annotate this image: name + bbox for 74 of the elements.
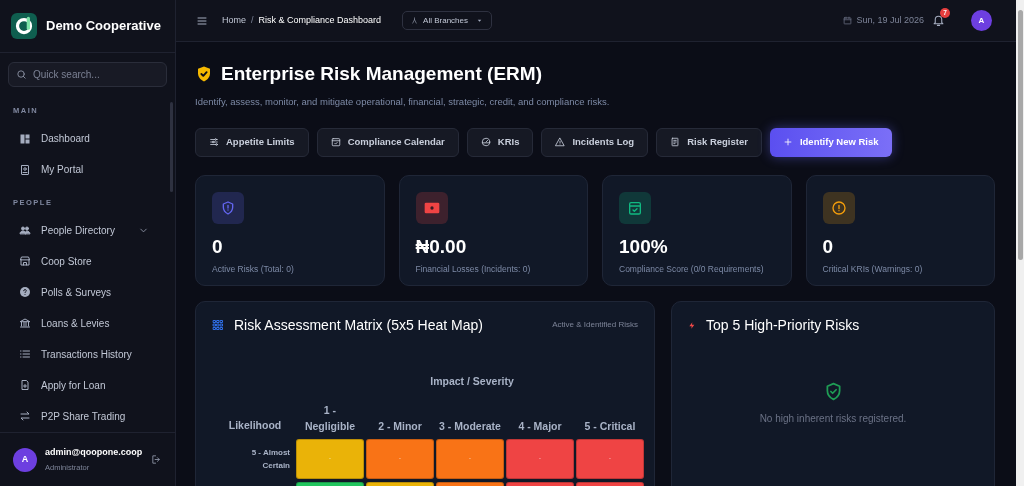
page-title: Enterprise Risk Management (ERM) <box>221 62 542 86</box>
grid-icon <box>212 319 224 332</box>
toolbar-button[interactable]: Compliance Calendar <box>316 127 459 157</box>
stat-value: ₦0.00 <box>415 234 468 259</box>
file-plus-icon <box>19 379 31 391</box>
stat-value: 100% <box>619 234 669 259</box>
people-icon <box>19 224 31 236</box>
search-field[interactable]: Quick search... <box>8 62 167 87</box>
id-card-icon <box>19 163 31 176</box>
sliders-icon <box>209 137 219 148</box>
panel-title: Top 5 High-Priority Risks <box>706 315 860 335</box>
nav-item[interactable]: My Portal <box>13 154 165 186</box>
toolbar-button[interactable]: KRIs <box>466 127 534 157</box>
gauge-icon <box>480 137 491 148</box>
nav-item[interactable]: Apply for Loan <box>13 369 165 401</box>
logout-icon[interactable] <box>151 454 162 465</box>
dashboard-icon <box>19 132 31 145</box>
brand-name: Demo Cooperative <box>46 17 161 36</box>
warning-icon <box>555 137 566 148</box>
scrollbar-thumb[interactable] <box>1017 10 1023 260</box>
column-header: 2 - Minor <box>378 418 422 434</box>
stat-label: Financial Losses (Incidents: 0) <box>415 263 532 276</box>
branch-dropdown[interactable]: All Branches <box>402 11 492 30</box>
stat-value: 0 <box>822 234 835 259</box>
nav-item[interactable]: Dashboard <box>13 123 165 155</box>
empty-message: No high inherent risks registered. <box>759 411 907 426</box>
user-email: admin@qoopone.coop <box>45 445 143 459</box>
calendar-check-icon <box>330 137 341 148</box>
axis-title: Impact / Severity <box>429 373 515 389</box>
nav-item[interactable]: Polls & Surveys <box>13 276 165 308</box>
bell-icon[interactable] <box>932 14 945 27</box>
toolbar-button[interactable]: Appetite Limits <box>195 127 309 157</box>
stat-label: Critical KRIs (Warnings: 0) <box>822 263 924 276</box>
question-icon <box>19 286 31 298</box>
user-avatar[interactable]: A <box>971 10 992 31</box>
toolbar-button[interactable]: Risk Register <box>656 127 762 157</box>
lightning-icon <box>688 320 696 330</box>
panel-note: Active & Identified Risks <box>552 319 638 332</box>
search-icon <box>16 69 27 80</box>
menu-icon[interactable] <box>196 14 208 27</box>
calendar-icon <box>843 16 853 25</box>
column-header: 3 - Moderate <box>439 418 501 434</box>
shield-check-icon <box>195 65 213 84</box>
nav-item[interactable]: Transactions History <box>13 338 165 370</box>
axis-label: Likelihood <box>227 417 283 433</box>
breadcrumb-current: Risk & Compliance Dashboard <box>258 13 382 27</box>
stat-label: Active Risks (Total: 0) <box>212 263 295 276</box>
column-header: 1 - Negligible <box>303 402 357 434</box>
store-icon <box>19 255 31 267</box>
date-text: Sun, 19 Jul 2026 <box>856 13 924 27</box>
caret-icon <box>476 17 483 24</box>
breadcrumb-separator: / <box>251 13 254 27</box>
swap-icon <box>19 410 31 422</box>
logo-icon <box>11 13 37 39</box>
toolbar-button[interactable]: Incidents Log <box>541 127 649 157</box>
primary-button[interactable]: Identify New Risk <box>769 127 892 157</box>
plus-icon <box>782 137 793 148</box>
bank-icon <box>19 317 31 329</box>
breadcrumb-link[interactable]: Home <box>222 13 246 28</box>
stat-label: Compliance Score (0/0 Requirements) <box>619 263 765 276</box>
panel-title: Risk Assessment Matrix (5x5 Heat Map) <box>234 315 484 335</box>
branches-icon <box>411 17 419 24</box>
list-icon <box>19 348 31 360</box>
document-icon <box>670 137 681 148</box>
row-label: 5 - Almost Certain <box>250 446 290 472</box>
nav-item[interactable]: People Directory <box>13 214 165 246</box>
stat-value: 0 <box>212 234 224 259</box>
column-header: 4 - Major <box>518 418 562 434</box>
nav-item[interactable]: P2P Share Trading <box>13 400 165 432</box>
page-subtitle: Identify, assess, monitor, and mitigate operational, financial, strategic, credit, and compliance risks. <box>195 94 611 109</box>
column-header: 5 - Critical <box>584 418 636 434</box>
nav-item[interactable]: Coop Store <box>13 245 165 277</box>
user-avatar: A <box>13 447 37 472</box>
nav-item[interactable]: Loans & Levies <box>13 307 165 339</box>
